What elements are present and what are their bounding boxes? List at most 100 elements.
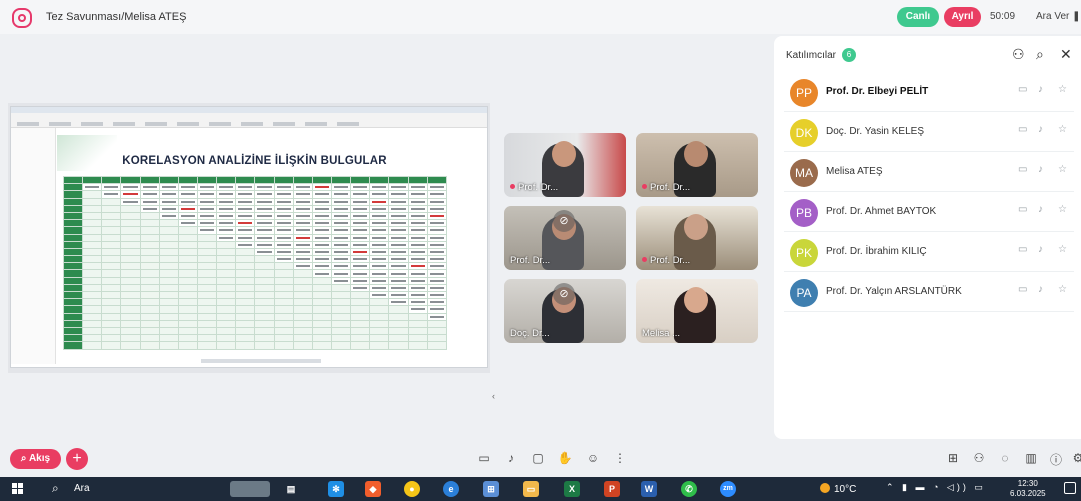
grid-view-icon[interactable]: ⊞ <box>943 451 963 467</box>
participant-name: Doç. Dr. Yasin KELEŞ <box>826 126 925 137</box>
system-clock[interactable]: 12:30 6.03.2025 <box>1010 479 1046 499</box>
video-tile[interactable]: Prof. Dr... <box>504 133 626 197</box>
microphone-off-icon[interactable]: ♪ <box>1038 164 1043 175</box>
emoji-icon[interactable]: ☺ <box>583 451 603 467</box>
top-bar: Tez Savunması/Melisa ATEŞ Canlı Ayrıl 50… <box>0 0 1081 34</box>
excel-icon[interactable]: X <box>564 481 580 497</box>
video-tile-name: Prof. Dr... <box>510 255 551 266</box>
video-tile-name: Prof. Dr... <box>510 182 558 193</box>
notification-icon[interactable] <box>1064 482 1076 494</box>
meeting-title: Tez Savunması/Melisa ATEŞ <box>46 11 187 23</box>
participants-panel: Katılımcılar 6 ⚇ ⌕ ✕ PP Prof. Dr. Elbeyi … <box>774 36 1081 439</box>
resize-handle-icon[interactable]: ‹ <box>492 391 495 401</box>
speaking-indicator-icon <box>642 257 647 262</box>
participant-row[interactable]: PK Prof. Dr. İbrahim KILIÇ ▭ ♪ ☆ <box>784 233 1074 272</box>
star-icon[interactable]: ☆ <box>1058 284 1067 295</box>
star-icon[interactable]: ☆ <box>1058 84 1067 95</box>
windows-start-icon[interactable] <box>12 483 24 495</box>
clock-date: 6.03.2025 <box>1010 489 1046 498</box>
camera-off-icon[interactable]: ▭ <box>1018 84 1027 95</box>
flow-button[interactable]: ⌕ Akış <box>10 449 61 469</box>
store-icon[interactable]: ⊞ <box>483 481 499 497</box>
microphone-off-icon[interactable]: ♪ <box>1038 204 1043 215</box>
bottom-toolbar: ⌕ Akış + ▭ ♪ ▢ ✋ ☺ ⋮ ⊞ ⚇ ◌ ▥ ⓘ ⚙ <box>0 439 1081 477</box>
add-participant-icon[interactable]: ⚇ <box>1012 46 1025 63</box>
file-explorer-icon[interactable]: ▭ <box>523 481 539 497</box>
microphone-off-icon[interactable]: ♪ <box>1038 124 1043 135</box>
video-tile[interactable]: Prof. Dr... <box>636 133 758 197</box>
weather-temperature: 10°C <box>834 484 857 495</box>
task-view-icon[interactable]: ▤ <box>283 481 299 497</box>
spreadsheet-row-headers <box>11 128 56 364</box>
participant-name: Prof. Dr. Yalçın ARSLANTÜRK <box>826 286 962 297</box>
participants-icon[interactable]: ⚇ <box>969 451 989 467</box>
chrome-icon[interactable]: ● <box>404 481 420 497</box>
whatsapp-icon[interactable]: ✆ <box>681 481 697 497</box>
edge-icon[interactable]: e <box>443 481 459 497</box>
microphone-off-icon[interactable]: ♪ <box>1038 84 1043 95</box>
slide-title: KORELASYON ANALİZİNE İLİŞKİN BULGULAR <box>122 155 387 167</box>
camera-off-icon[interactable]: ▭ <box>1018 244 1027 255</box>
info-icon[interactable]: ⓘ <box>1046 451 1066 467</box>
video-tile[interactable]: ⊘ Doç. Dr... <box>504 279 626 343</box>
star-icon[interactable]: ☆ <box>1058 244 1067 255</box>
microphone-off-icon[interactable]: ♪ <box>1038 284 1043 295</box>
participant-row[interactable]: PA Prof. Dr. Yalçın ARSLANTÜRK ▭ ♪ ☆ <box>784 273 1074 312</box>
weather-widget[interactable]: 10°C <box>820 483 856 495</box>
flow-button-label: Akış <box>28 453 51 464</box>
taskbar-search-icon[interactable]: ⌕ <box>52 481 59 496</box>
camera-off-icon[interactable]: ▭ <box>1018 204 1027 215</box>
participant-row[interactable]: MA Melisa ATEŞ ▭ ♪ ☆ <box>784 153 1074 192</box>
more-options-icon[interactable]: ⋮ <box>610 451 630 467</box>
participant-row[interactable]: PB Prof. Dr. Ahmet BAYTOK ▭ ♪ ☆ <box>784 193 1074 232</box>
speaking-indicator-icon <box>642 184 647 189</box>
meeting-timer: 50:09 <box>990 11 1016 22</box>
taskbar-search-highlight-icon[interactable] <box>230 481 270 497</box>
powerpoint-icon[interactable]: P <box>604 481 620 497</box>
widgets-icon[interactable]: ✻ <box>328 481 344 497</box>
add-button[interactable]: + <box>66 448 88 470</box>
close-icon[interactable]: ✕ <box>1060 46 1072 63</box>
word-icon[interactable]: W <box>641 481 657 497</box>
participant-avatar: DK <box>790 119 818 147</box>
slide: KORELASYON ANALİZİNE İLİŞKİN BULGULAR <box>57 135 452 356</box>
star-icon[interactable]: ☆ <box>1058 164 1067 175</box>
windows-taskbar: ⌕ Ara ▤ ✻ ◆ ● e ⊞ ▭ X P W ✆ zm 10°C ⌃ ▮ … <box>0 477 1081 501</box>
system-tray-icons[interactable]: ⌃ ▮ ▬ ◔ ◁)) ▭ <box>886 482 986 493</box>
zoom-icon[interactable]: zm <box>720 481 736 497</box>
raise-hand-icon[interactable]: ✋ <box>555 451 575 467</box>
poll-icon[interactable]: ▥ <box>1021 451 1041 467</box>
video-tile-name: Doç. Dr... <box>510 328 550 339</box>
video-tile[interactable]: Prof. Dr... <box>636 206 758 270</box>
participant-avatar: PK <box>790 239 818 267</box>
chat-icon[interactable]: ◌ <box>995 451 1015 467</box>
settings-icon[interactable]: ⚙ <box>1068 451 1081 467</box>
spreadsheet-ribbon <box>11 113 487 128</box>
search-icon[interactable]: ⌕ <box>1036 46 1044 63</box>
video-tile[interactable]: ⊘ Prof. Dr... <box>504 206 626 270</box>
participant-name: Melisa ATEŞ <box>826 166 883 177</box>
microphone-off-icon[interactable]: ♪ <box>1038 244 1043 255</box>
break-button[interactable]: Ara Ver ❚❚ <box>1036 11 1081 22</box>
camera-off-icon[interactable]: ▭ <box>1018 164 1027 175</box>
video-tile[interactable]: Melisa ... <box>636 279 758 343</box>
live-button[interactable]: Canlı <box>897 7 939 27</box>
leave-button[interactable]: Ayrıl <box>944 7 981 27</box>
participant-row[interactable]: DK Doç. Dr. Yasin KELEŞ ▭ ♪ ☆ <box>784 113 1074 152</box>
participant-avatar: MA <box>790 159 818 187</box>
shared-spreadsheet-window: KORELASYON ANALİZİNE İLİŞKİN BULGULAR <box>10 106 488 368</box>
video-tile-name: Prof. Dr... <box>642 255 690 266</box>
screen-share-icon[interactable]: ▢ <box>528 451 548 467</box>
star-icon[interactable]: ☆ <box>1058 204 1067 215</box>
taskbar-search-label[interactable]: Ara <box>74 483 90 494</box>
app-logo-icon <box>12 8 32 28</box>
camera-off-icon[interactable]: ▭ <box>1018 284 1027 295</box>
star-icon[interactable]: ☆ <box>1058 124 1067 135</box>
correlation-table <box>62 175 448 350</box>
participant-name: Prof. Dr. İbrahim KILIÇ <box>826 246 927 257</box>
copilot-icon[interactable]: ◆ <box>365 481 381 497</box>
camera-off-icon[interactable]: ▭ <box>1018 124 1027 135</box>
camera-icon[interactable]: ▭ <box>474 451 494 467</box>
participant-row[interactable]: PP Prof. Dr. Elbeyi PELİT ▭ ♪ ☆ <box>784 73 1074 112</box>
microphone-icon[interactable]: ♪ <box>501 451 521 467</box>
